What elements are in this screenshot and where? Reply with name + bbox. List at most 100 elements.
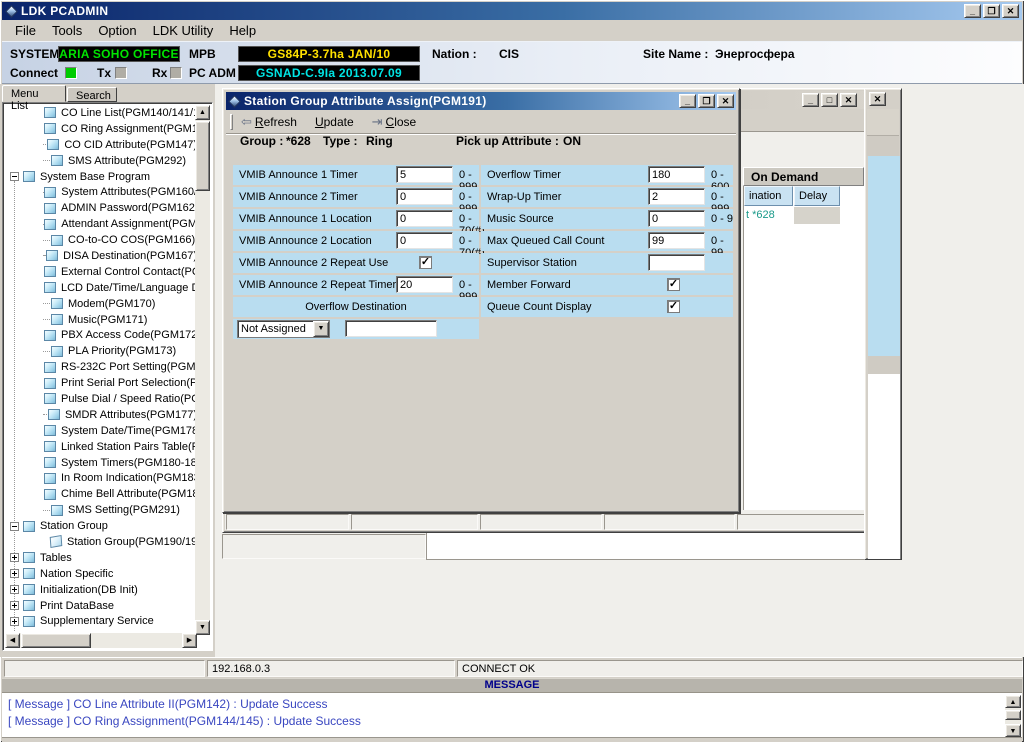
refresh-button[interactable]: ⇦Refresh xyxy=(241,114,297,130)
minimize-icon[interactable]: _ xyxy=(964,4,981,18)
close-button[interactable]: ⇥Close xyxy=(372,114,417,130)
scroll-up-icon[interactable]: ▲ xyxy=(195,105,210,120)
member-forward-checkbox[interactable]: ✓ xyxy=(667,278,680,291)
vmib-announce-2-repeat-use-checkbox[interactable]: ✓ xyxy=(419,256,432,269)
table-row-delay-cell[interactable] xyxy=(794,207,840,224)
tree-item[interactable]: DISA Destination(PGM167) xyxy=(5,248,197,264)
tree-item[interactable]: System Base Program xyxy=(5,169,197,185)
vmib-announce-2-repeat-timer-field[interactable] xyxy=(396,276,453,293)
tree-item[interactable]: SMS Setting(PGM291) xyxy=(5,502,197,518)
tree-hscrollbar[interactable]: ◀ ▶ xyxy=(5,633,197,648)
update-button[interactable]: Update xyxy=(315,115,354,129)
menu-help[interactable]: Help xyxy=(222,21,263,40)
tree-item[interactable]: Music(PGM171) xyxy=(5,312,197,328)
tree-item[interactable]: RS-232C Port Setting(PGM1 xyxy=(5,359,197,375)
scroll-left-icon[interactable]: ◀ xyxy=(5,633,20,648)
maximize-icon[interactable]: □ xyxy=(821,93,838,107)
tree-item[interactable]: Pulse Dial / Speed Ratio(PGI xyxy=(5,391,197,407)
vmib-announce-1-timer-field[interactable] xyxy=(396,166,453,183)
tree-item[interactable]: PBX Access Code(PGM172) xyxy=(5,327,197,343)
tree-item[interactable]: System Attributes(PGM160/ xyxy=(5,184,197,200)
dialog-icon xyxy=(228,95,241,108)
tree-item[interactable]: SMS Attribute(PGM292) xyxy=(5,153,197,169)
toolbar-grip[interactable] xyxy=(230,114,233,130)
vmib-announce-2-timer-field[interactable] xyxy=(396,188,453,205)
tab-menu-list[interactable]: Menu List xyxy=(2,85,66,102)
table-row-destination[interactable]: t *628 xyxy=(746,209,775,221)
scroll-up-icon[interactable]: ▲ xyxy=(1005,695,1021,708)
tree-item[interactable]: PLA Priority(PGM173) xyxy=(5,343,197,359)
tree-item[interactable]: Supplementary Service xyxy=(5,614,197,630)
collapse-icon[interactable] xyxy=(10,172,19,181)
tree-item[interactable]: Chime Bell Attribute(PGM18 xyxy=(5,486,197,502)
tree-item[interactable]: In Room Indication(PGM183 xyxy=(5,470,197,486)
tree-item[interactable]: CO Ring Assignment(PGM14 xyxy=(5,121,197,137)
collapse-icon[interactable] xyxy=(10,522,19,531)
overflow-timer-field[interactable] xyxy=(648,166,705,183)
close-icon[interactable]: ✕ xyxy=(717,94,734,108)
tree-item[interactable]: Tables xyxy=(5,550,197,566)
close-icon[interactable]: ✕ xyxy=(1002,4,1019,18)
tree-item[interactable]: Modem(PGM170) xyxy=(5,296,197,312)
minimize-icon[interactable]: _ xyxy=(679,94,696,108)
tree-item-label: Modem(PGM170) xyxy=(68,298,155,310)
tree-item[interactable]: CO CID Attribute(PGM147) xyxy=(5,137,197,153)
restore-icon[interactable]: ❐ xyxy=(698,94,715,108)
tree-item[interactable]: CO-to-CO COS(PGM166) xyxy=(5,232,197,248)
wrap-up-timer-field[interactable] xyxy=(648,188,705,205)
tree-item[interactable]: Station Group(PGM190/191 xyxy=(5,534,197,550)
expand-icon[interactable] xyxy=(10,601,19,610)
max-queued-call-count-field[interactable] xyxy=(648,232,705,249)
expand-icon[interactable] xyxy=(10,569,19,578)
menu-option[interactable]: Option xyxy=(91,21,143,40)
tree-item[interactable]: Linked Station Pairs Table(P xyxy=(5,439,197,455)
chevron-down-icon[interactable]: ▼ xyxy=(313,321,329,337)
column-header-destination[interactable]: ination xyxy=(744,186,793,206)
tree-item[interactable]: External Control Contact(PC xyxy=(5,264,197,280)
tree-item[interactable]: Print Serial Port Selection(P xyxy=(5,375,197,391)
expand-icon[interactable] xyxy=(10,585,19,594)
restore-icon[interactable]: ❐ xyxy=(983,4,1000,18)
tree-hscroll-thumb[interactable] xyxy=(21,633,91,648)
supervisor-station-field[interactable] xyxy=(648,254,705,271)
close-icon[interactable]: ✕ xyxy=(869,92,886,106)
tree-item[interactable]: Initialization(DB Init) xyxy=(5,582,197,598)
music-source-field[interactable] xyxy=(648,210,705,227)
queue-count-display-checkbox[interactable]: ✓ xyxy=(667,300,680,313)
menu-tools[interactable]: Tools xyxy=(45,21,89,40)
tree-vscrollbar[interactable]: ▲ ▼ xyxy=(195,105,210,635)
expand-icon[interactable] xyxy=(10,617,19,626)
tree-item-label: External Control Contact(PC xyxy=(61,266,197,278)
tree-item[interactable]: Nation Specific xyxy=(5,566,197,582)
menu-file[interactable]: File xyxy=(8,21,43,40)
menu-ldk-utility[interactable]: LDK Utility xyxy=(146,21,221,40)
minimize-icon[interactable]: _ xyxy=(802,93,819,107)
tree-item[interactable]: Station Group xyxy=(5,518,197,534)
vmib-announce-1-location-field[interactable] xyxy=(396,210,453,227)
cube-icon xyxy=(23,568,35,579)
overflow-destination-select[interactable]: Not Assigned▼ xyxy=(237,320,330,338)
tree-item[interactable]: Print DataBase xyxy=(5,598,197,614)
scroll-down-icon[interactable]: ▼ xyxy=(195,620,210,635)
sidebar: Menu List Search CO Line List(PGM140/141… xyxy=(0,84,215,657)
tree-item[interactable]: CO Line List(PGM140/141/1 xyxy=(5,105,197,121)
vmib-announce-2-location-field[interactable] xyxy=(396,232,453,249)
message-scroll-thumb[interactable] xyxy=(1005,710,1021,720)
close-icon[interactable]: ✕ xyxy=(840,93,857,107)
scroll-down-icon[interactable]: ▼ xyxy=(1005,724,1021,737)
column-header-delay[interactable]: Delay xyxy=(794,186,840,206)
tree-item[interactable]: ADMIN Password(PGM162) xyxy=(5,200,197,216)
tree-item[interactable]: System Timers(PGM180-182 xyxy=(5,455,197,471)
tree-item[interactable]: LCD Date/Time/Language D xyxy=(5,280,197,296)
tree-item[interactable]: SMDR Attributes(PGM177) xyxy=(5,407,197,423)
tab-search[interactable]: Search xyxy=(67,87,117,102)
overflow-destination-extra-field[interactable] xyxy=(345,320,437,337)
scroll-right-icon[interactable]: ▶ xyxy=(182,633,197,648)
field-label: VMIB Announce 2 Timer xyxy=(239,191,358,203)
form-row: VMIB Announce 1 Timer0 - 999 xyxy=(233,165,479,185)
tree-item[interactable]: System Date/Time(PGM178) xyxy=(5,423,197,439)
message-scrollbar[interactable]: ▲ ▼ xyxy=(1005,695,1021,737)
tree-vscroll-thumb[interactable] xyxy=(195,121,210,191)
tree-item[interactable]: Attendant Assignment(PGM xyxy=(5,216,197,232)
expand-icon[interactable] xyxy=(10,553,19,562)
